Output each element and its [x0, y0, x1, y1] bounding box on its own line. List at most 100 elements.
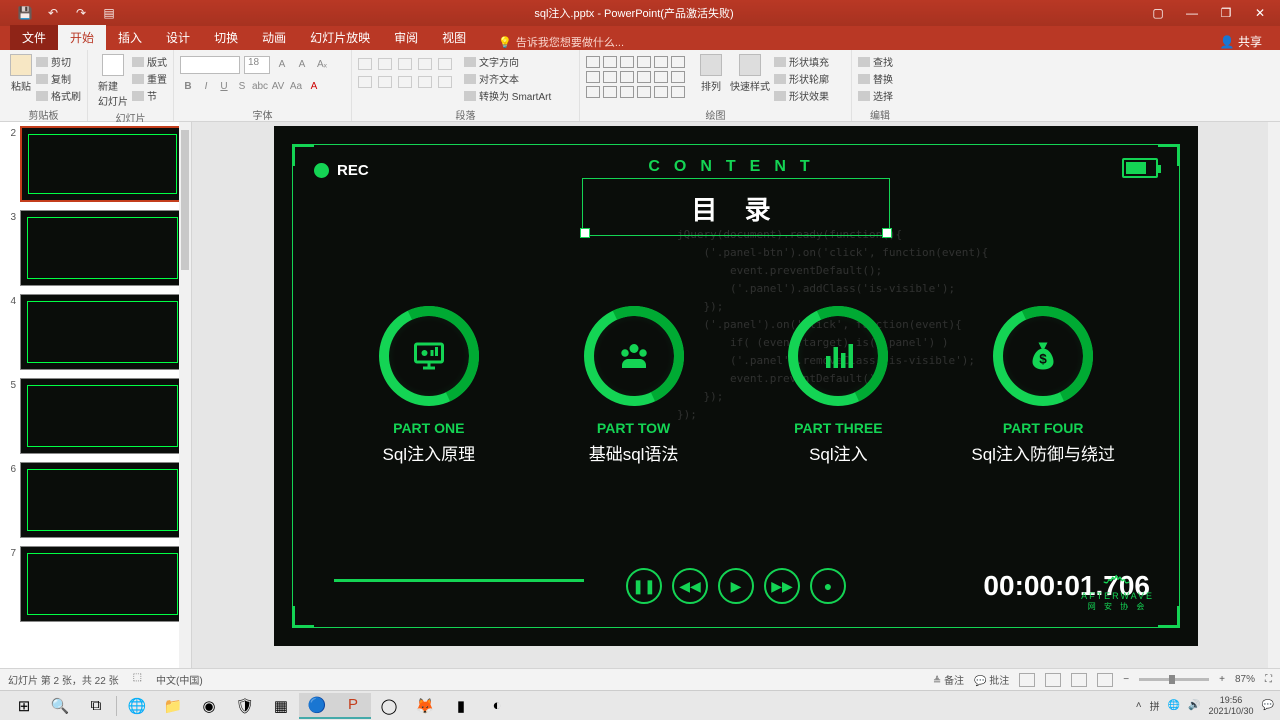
- app-icon-2[interactable]: 🔵: [299, 693, 335, 719]
- font-color-button[interactable]: A: [306, 78, 322, 94]
- search-icon[interactable]: 🔍: [42, 693, 78, 719]
- zoom-in-button[interactable]: +: [1219, 674, 1225, 685]
- undo-icon[interactable]: ↶: [46, 6, 60, 20]
- italic-button[interactable]: I: [198, 78, 214, 94]
- section-button[interactable]: 节: [132, 88, 167, 103]
- tray-expand-icon[interactable]: ˄: [1136, 700, 1142, 711]
- zoom-out-button[interactable]: −: [1123, 674, 1129, 685]
- part-one[interactable]: PART ONE Sql注入原理: [339, 306, 519, 465]
- language[interactable]: 中文(中国): [156, 672, 203, 687]
- select-button[interactable]: 选择: [858, 88, 893, 103]
- tab-slideshow[interactable]: 幻灯片放映: [298, 25, 382, 50]
- clear-format-icon[interactable]: Aₓ: [314, 56, 330, 72]
- thumbnail-6[interactable]: [20, 462, 185, 538]
- tab-view[interactable]: 视图: [430, 25, 478, 50]
- reset-button[interactable]: 重置: [132, 71, 167, 86]
- zoom-slider[interactable]: [1139, 678, 1209, 681]
- play-icon[interactable]: ▶: [718, 568, 754, 604]
- tab-design[interactable]: 设计: [154, 25, 202, 50]
- slide-editor[interactable]: jQuery(document).ready(function(){ ('.pa…: [192, 122, 1280, 668]
- bullets-icon[interactable]: [358, 58, 372, 70]
- numbering-icon[interactable]: [378, 58, 392, 70]
- find-button[interactable]: 查找: [858, 54, 893, 69]
- notifications-icon[interactable]: 💬: [1262, 700, 1274, 711]
- align-text-button[interactable]: 对齐文本: [464, 71, 551, 86]
- part-three[interactable]: PART THREE Sql注入: [748, 306, 928, 465]
- share-button[interactable]: 👤 共享: [1220, 33, 1280, 50]
- tab-insert[interactable]: 插入: [106, 25, 154, 50]
- cut-button[interactable]: 剪切: [36, 54, 81, 69]
- volume-icon[interactable]: 🔊: [1188, 700, 1200, 711]
- paste-button[interactable]: 粘贴: [6, 52, 36, 95]
- font-family-select[interactable]: [180, 56, 240, 74]
- layout-button[interactable]: 版式: [132, 54, 167, 69]
- toc-title[interactable]: 目 录: [691, 190, 780, 227]
- selection-handle-left[interactable]: [580, 228, 590, 238]
- explorer-icon[interactable]: 📁: [155, 693, 191, 719]
- thumbnail-2[interactable]: [20, 126, 185, 202]
- shape-effects-button[interactable]: 形状效果: [774, 88, 829, 103]
- line-spacing-icon[interactable]: [438, 58, 452, 70]
- tab-home[interactable]: 开始: [58, 25, 106, 50]
- slideshow-start-icon[interactable]: ▤: [102, 6, 116, 20]
- copy-button[interactable]: 复制: [36, 71, 81, 86]
- align-justify-icon[interactable]: [418, 76, 432, 88]
- ime-indicator[interactable]: 拼: [1150, 698, 1160, 713]
- firefox-icon[interactable]: 🦊: [407, 693, 443, 719]
- arrange-button[interactable]: 排列: [696, 52, 726, 95]
- powerpoint-icon[interactable]: P: [335, 693, 371, 719]
- rewind-icon[interactable]: ◀◀: [672, 568, 708, 604]
- tab-review[interactable]: 审阅: [382, 25, 430, 50]
- slideshow-view-icon[interactable]: [1097, 673, 1113, 687]
- clock[interactable]: 19:56 2021/10/30: [1209, 695, 1254, 717]
- tab-transition[interactable]: 切换: [202, 25, 250, 50]
- app-icon-4[interactable]: ◐: [479, 693, 515, 719]
- part-four[interactable]: $ PART FOUR Sql注入防御与绕过: [953, 306, 1133, 465]
- thumbnail-5[interactable]: [20, 378, 185, 454]
- chrome-icon[interactable]: ◯: [371, 693, 407, 719]
- tell-me-search[interactable]: 💡 告诉我您想要做什么...: [498, 34, 624, 50]
- spell-check-icon[interactable]: ⬚: [133, 672, 142, 687]
- record-icon[interactable]: ●: [810, 568, 846, 604]
- quick-styles-button[interactable]: 快速样式: [726, 52, 774, 95]
- bold-button[interactable]: B: [180, 78, 196, 94]
- shadow-button[interactable]: S: [234, 78, 250, 94]
- char-spacing-button[interactable]: AV: [270, 78, 286, 94]
- align-right-icon[interactable]: [398, 76, 412, 88]
- redo-icon[interactable]: ↷: [74, 6, 88, 20]
- increase-font-icon[interactable]: A: [274, 56, 290, 72]
- columns-icon[interactable]: [438, 76, 452, 88]
- ribbon-display-icon[interactable]: ▢: [1152, 6, 1164, 20]
- forward-icon[interactable]: ▶▶: [764, 568, 800, 604]
- reading-view-icon[interactable]: [1071, 673, 1087, 687]
- minimize-icon[interactable]: —: [1186, 6, 1198, 20]
- sorter-view-icon[interactable]: [1045, 673, 1061, 687]
- editor-scrollbar[interactable]: [1268, 122, 1280, 668]
- new-slide-button[interactable]: 新建 幻灯片: [94, 52, 132, 110]
- shape-fill-button[interactable]: 形状填充: [774, 54, 829, 69]
- network-icon[interactable]: 🌐: [1168, 700, 1180, 711]
- convert-smartart-button[interactable]: 转换为 SmartArt: [464, 88, 551, 103]
- part-two[interactable]: PART TOW 基础sql语法: [544, 306, 724, 465]
- task-view-icon[interactable]: ⧉: [78, 693, 114, 719]
- notes-button[interactable]: ≜ 备注: [933, 672, 964, 687]
- align-left-icon[interactable]: [358, 76, 372, 88]
- decrease-font-icon[interactable]: A: [294, 56, 310, 72]
- font-size-select[interactable]: 18: [244, 56, 270, 74]
- close-icon[interactable]: ✕: [1254, 6, 1266, 20]
- underline-button[interactable]: U: [216, 78, 232, 94]
- maximize-icon[interactable]: ❐: [1220, 6, 1232, 20]
- comments-button[interactable]: 💬 批注: [974, 672, 1009, 687]
- pause-icon[interactable]: ❚❚: [626, 568, 662, 604]
- thumbnail-7[interactable]: [20, 546, 185, 622]
- zoom-level[interactable]: 87%: [1235, 674, 1255, 685]
- slide-canvas[interactable]: jQuery(document).ready(function(){ ('.pa…: [274, 126, 1198, 646]
- normal-view-icon[interactable]: [1019, 673, 1035, 687]
- thumbs-scrollbar[interactable]: [179, 122, 191, 668]
- strikethrough-button[interactable]: abc: [252, 78, 268, 94]
- thumbnail-3[interactable]: [20, 210, 185, 286]
- format-painter-button[interactable]: 格式刷: [36, 88, 81, 103]
- indent-dec-icon[interactable]: [398, 58, 412, 70]
- tab-animation[interactable]: 动画: [250, 25, 298, 50]
- selection-handle-right[interactable]: [882, 228, 892, 238]
